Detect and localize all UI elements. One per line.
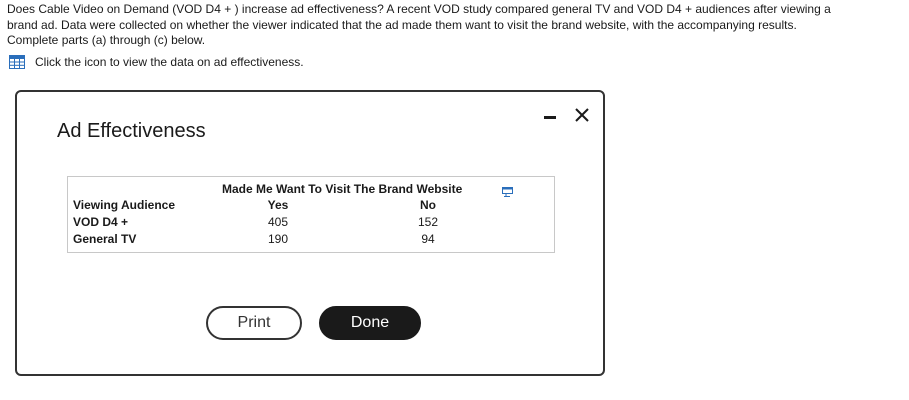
close-button[interactable] <box>573 106 591 124</box>
column-header-no: No <box>420 198 436 212</box>
done-button[interactable]: Done <box>319 306 421 340</box>
ad-effectiveness-table: Made Me Want To Visit The Brand Website … <box>67 176 555 253</box>
minimize-button[interactable] <box>541 106 559 124</box>
cell-vod-yes: 405 <box>267 215 289 229</box>
view-data-label[interactable]: Click the icon to view the data on ad ef… <box>35 55 304 69</box>
cell-vod-no: 152 <box>417 215 439 229</box>
row-label-general-tv: General TV <box>73 232 137 246</box>
row-header: Viewing Audience <box>73 198 176 212</box>
table-grid-icon[interactable] <box>9 55 25 69</box>
close-icon <box>575 108 589 122</box>
cell-general-tv-yes: 190 <box>267 232 289 246</box>
question-line-2: brand ad. Data were collected on whether… <box>7 17 797 32</box>
question-text: Does Cable Video on Demand (VOD D4 + ) i… <box>7 2 907 49</box>
view-data-link[interactable]: Click the icon to view the data on ad ef… <box>9 55 304 69</box>
copy-data-icon[interactable] <box>502 184 514 197</box>
group-header: Made Me Want To Visit The Brand Website <box>222 182 463 196</box>
dialog-title: Ad Effectiveness <box>57 120 206 142</box>
minimize-icon <box>544 116 556 119</box>
question-line-3: Complete parts (a) through (c) below. <box>7 33 206 47</box>
row-label-vod: VOD D4 + <box>73 215 129 229</box>
cell-general-tv-no: 94 <box>421 232 435 246</box>
ad-effectiveness-dialog: Ad Effectiveness Made Me Want To Visit T… <box>15 90 605 376</box>
print-button[interactable]: Print <box>206 306 302 340</box>
question-line-1: Does Cable Video on Demand (VOD D4 + ) i… <box>7 2 831 16</box>
column-header-yes: Yes <box>267 198 289 212</box>
